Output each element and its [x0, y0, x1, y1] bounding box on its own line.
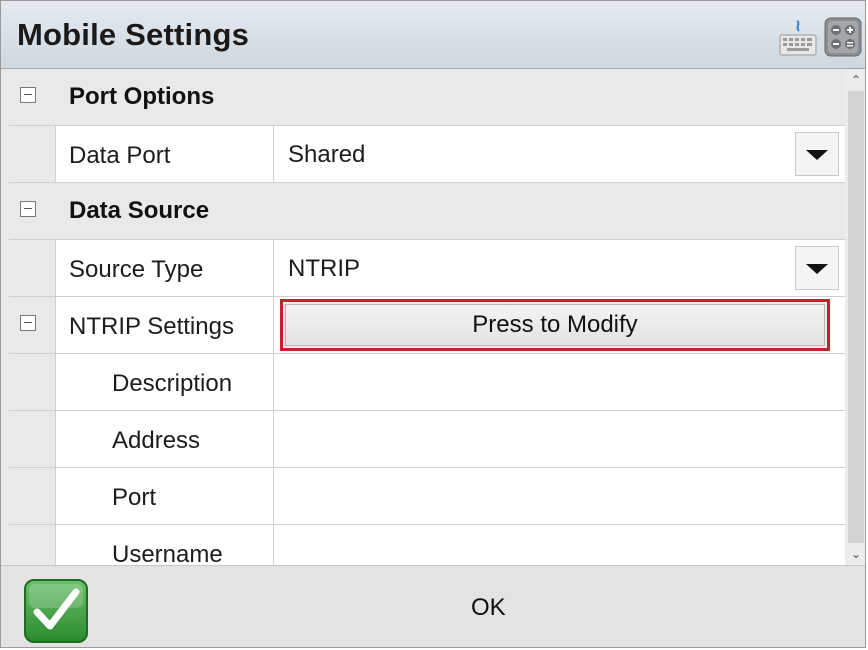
address-label: Address — [112, 427, 201, 454]
dropdown-arrow-icon[interactable] — [795, 246, 839, 290]
property-row-ntrip-settings: NTRIP Settings Press to Modify — [9, 297, 845, 354]
keyboard-icon[interactable] — [779, 19, 817, 57]
property-row-description: Description — [9, 354, 845, 411]
data-port-dropdown[interactable]: Shared — [274, 126, 845, 182]
mobile-settings-window: Mobile Settings Port Options Data Port S… — [0, 0, 866, 648]
source-type-dropdown[interactable]: NTRIP — [274, 240, 845, 296]
row-gutter — [9, 354, 55, 410]
row-gutter — [9, 126, 55, 182]
property-name: Source Type — [55, 240, 274, 296]
ok-button-label: OK — [471, 594, 506, 621]
source-type-value: NTRIP — [288, 255, 360, 282]
row-gutter — [9, 411, 55, 467]
property-row-address: Address — [9, 411, 845, 468]
username-label: Username — [112, 541, 223, 565]
property-name: Data Port — [55, 126, 274, 182]
category-label: Data Source — [69, 197, 210, 224]
category-label: Port Options — [69, 83, 215, 110]
source-type-label: Source Type — [69, 256, 204, 283]
vertical-scrollbar[interactable]: ⌃ ⌄ — [845, 69, 865, 565]
property-row-username: Username — [9, 525, 845, 565]
category-port-options: Port Options — [9, 69, 845, 126]
scroll-down-icon[interactable]: ⌄ — [845, 543, 865, 565]
collapse-icon[interactable] — [20, 87, 36, 103]
address-value[interactable] — [274, 411, 845, 467]
port-label: Port — [112, 484, 157, 511]
press-to-modify-label: Press to Modify — [472, 311, 638, 338]
scroll-up-icon[interactable]: ⌃ — [845, 69, 865, 91]
ntrip-settings-label: NTRIP Settings — [69, 313, 234, 340]
property-name: Port — [55, 468, 274, 524]
username-value[interactable] — [274, 525, 845, 565]
property-row-data-port: Data Port Shared — [9, 126, 845, 183]
collapse-icon[interactable] — [20, 315, 36, 331]
property-name: Address — [55, 411, 274, 467]
row-gutter — [9, 183, 55, 239]
bottom-bar[interactable]: OK — [1, 565, 865, 647]
scroll-thumb[interactable] — [848, 91, 864, 543]
row-gutter — [9, 240, 55, 296]
checkmark-icon[interactable] — [23, 578, 89, 644]
property-row-source-type: Source Type NTRIP — [9, 240, 845, 297]
property-row-port: Port — [9, 468, 845, 525]
dropdown-arrow-icon[interactable] — [795, 132, 839, 176]
window-title: Mobile Settings — [17, 17, 250, 52]
category-data-source: Data Source — [9, 183, 845, 240]
property-name: Description — [55, 354, 274, 410]
title-bar: Mobile Settings — [1, 1, 865, 69]
data-port-value: Shared — [288, 141, 366, 168]
description-value[interactable] — [274, 354, 845, 410]
row-gutter — [9, 468, 55, 524]
data-port-label: Data Port — [69, 142, 171, 169]
calculator-icon[interactable] — [824, 17, 862, 57]
property-name: NTRIP Settings — [55, 297, 274, 353]
press-to-modify-button[interactable]: Press to Modify — [280, 299, 830, 351]
property-grid: Port Options Data Port Shared Data Sourc… — [9, 69, 845, 565]
description-label: Description — [112, 370, 233, 397]
row-gutter — [9, 69, 55, 125]
row-gutter — [9, 525, 55, 565]
collapse-icon[interactable] — [20, 201, 36, 217]
port-value[interactable] — [274, 468, 845, 524]
property-value: Press to Modify — [274, 297, 845, 353]
row-gutter — [9, 297, 55, 353]
property-name: Username — [55, 525, 274, 565]
